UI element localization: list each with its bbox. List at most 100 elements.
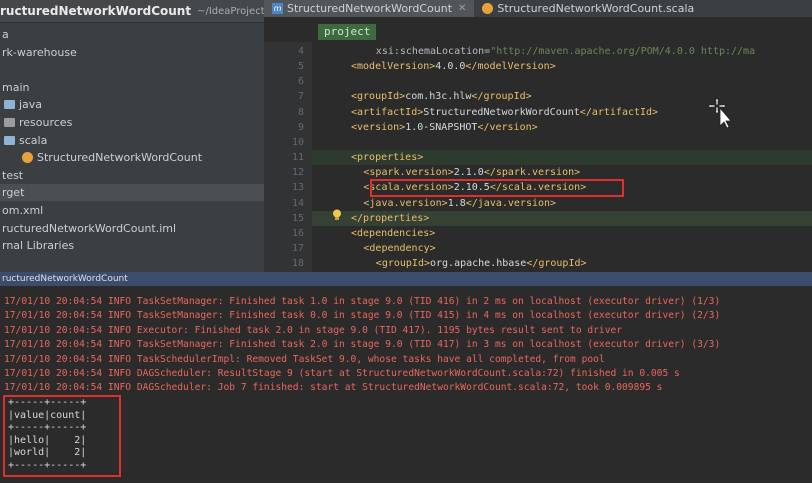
- code-token: <modelVersion>: [351, 61, 436, 73]
- code-token: StructuredNetworkWordCount: [423, 106, 580, 118]
- code-token: </groupId>: [471, 91, 532, 103]
- line-number: 13: [291, 182, 304, 194]
- line-number: 18: [291, 258, 304, 270]
- code-token: <java.version>: [363, 197, 448, 209]
- scala-file-icon: [482, 3, 494, 14]
- code-token: <groupId>: [375, 258, 430, 270]
- code-line: <spark.version>2.1.0</spark.version>: [363, 165, 580, 180]
- project-root-path: ~/IdeaProjects/Stru: [197, 5, 264, 17]
- log-line: 17/01/10 20:04:54 INFO TaskSetManager: F…: [4, 296, 721, 307]
- ide-window: ructuredNetworkWordCount ~/IdeaProjects/…: [0, 0, 812, 483]
- tree-item[interactable]: scala: [0, 132, 268, 149]
- log-line: 17/01/10 20:04:54 INFO TaskSetManager: F…: [4, 339, 721, 351]
- folder-icon: [4, 135, 15, 145]
- tree-item-label: resources: [19, 116, 73, 129]
- tree-item[interactable]: rnal Libraries: [0, 237, 266, 254]
- code-token: </properties>: [351, 212, 430, 224]
- project-tool-window: ructuredNetworkWordCount ~/IdeaProjects/…: [0, 0, 266, 272]
- code-token: com.h3c.hlw: [405, 91, 472, 103]
- folder-icon: [4, 100, 15, 110]
- code-token: 1.0-SNAPSHOT: [405, 121, 478, 133]
- code-token: <groupId>: [351, 91, 406, 103]
- close-icon[interactable]: ✕: [458, 3, 466, 14]
- tree-item-label: a: [2, 28, 9, 41]
- tab-pom-xml[interactable]: m StructuredNetworkWordCount ✕: [264, 0, 475, 17]
- result-table-highlight-box: [3, 395, 121, 477]
- line-number: 5: [297, 61, 304, 73]
- line-number: 9: [297, 121, 304, 133]
- line-number: 6: [297, 76, 304, 88]
- line-number: 7: [297, 91, 304, 103]
- line-number: 12: [291, 167, 304, 179]
- maven-icon: m: [272, 3, 283, 14]
- scala-object-icon: [22, 152, 33, 164]
- tree-item[interactable]: [0, 61, 266, 78]
- tree-item[interactable]: StructuredNetworkWordCount: [0, 149, 286, 166]
- tab-label: StructuredNetworkWordCount: [287, 2, 453, 15]
- run-tool-window-header[interactable]: ructuredNetworkWordCount: [0, 272, 812, 286]
- project-root-name: ructuredNetworkWordCount: [0, 4, 192, 18]
- code-token: 4.0.0: [435, 61, 466, 73]
- tree-item-label: rget: [2, 186, 25, 200]
- code-token: <artifactId>: [351, 106, 424, 118]
- tree-item-label: java: [19, 98, 43, 112]
- tree-item[interactable]: rget: [0, 184, 266, 202]
- tree-item-label: om.xml: [2, 204, 44, 217]
- tree-item[interactable]: a: [0, 26, 266, 43]
- log-line: 17/01/10 20:04:54 INFO Executor: Finishe…: [4, 324, 623, 336]
- lightbulb-icon[interactable]: [332, 209, 342, 221]
- code-token: org.apache.hbase: [429, 258, 527, 270]
- tree-item[interactable]: om.xml: [0, 202, 266, 219]
- code-token: </groupId>: [526, 258, 587, 270]
- tree-item[interactable]: rk-warehouse: [0, 44, 266, 61]
- code-token: xsi:schemaLocation=: [375, 46, 491, 57]
- code-line: <java.version>1.8</java.version>: [363, 196, 556, 211]
- tree-item-label: rnal Libraries: [2, 239, 75, 253]
- code-token: <dependency>: [363, 242, 436, 254]
- log-line: 17/01/10 20:04:54 INFO TaskSetManager: F…: [4, 310, 721, 322]
- mouse-cursor-icon: [708, 97, 732, 128]
- code-token: 2.1.0: [453, 167, 484, 179]
- breadcrumb[interactable]: project: [318, 24, 377, 40]
- run-console[interactable]: 17/01/10 20:04:54 INFO TaskSetManager: F…: [0, 286, 812, 483]
- line-number: 8: [297, 106, 304, 118]
- code-line: <version>1.0-SNAPSHOT</version>: [351, 120, 538, 135]
- code-line: <modelVersion>4.0.0</modelVersion>: [351, 59, 556, 74]
- tree-item-label: scala: [19, 133, 48, 147]
- code-token: <version>: [351, 121, 406, 133]
- code-line: <properties>: [351, 150, 423, 165]
- code-token: <spark.version>: [363, 167, 454, 179]
- code-token: </spark.version>: [483, 167, 581, 179]
- tree-item-label: ructuredNetworkWordCount.iml: [2, 221, 177, 235]
- tree-item-label: StructuredNetworkWordCount: [37, 151, 203, 165]
- tree-item-label: main: [2, 80, 30, 94]
- code-token: "http://maven.apache.org/POM/4.0.0 http:…: [490, 46, 756, 57]
- code-token: </version>: [477, 121, 538, 133]
- tree-item[interactable]: main: [0, 79, 266, 96]
- line-number: 16: [291, 227, 304, 239]
- tree-item[interactable]: resources: [0, 114, 268, 131]
- code-token: </artifactId>: [579, 106, 659, 118]
- scala-version-highlight-box: [370, 179, 624, 197]
- tree-item[interactable]: ructuredNetworkWordCount.iml: [0, 220, 266, 237]
- code-token: </modelVersion>: [465, 61, 556, 73]
- resources-folder-icon: [4, 118, 15, 127]
- tree-item[interactable]: java: [0, 96, 268, 113]
- code-line: <artifactId>StructuredNetworkWordCount</…: [351, 105, 658, 120]
- tab-label: StructuredNetworkWordCount.scala: [497, 2, 695, 15]
- editor-area: m StructuredNetworkWordCount ✕ Structure…: [264, 0, 812, 272]
- line-number: 4: [297, 46, 304, 57]
- code-line: <groupId>org.apache.hbase</groupId>: [376, 256, 587, 271]
- code-token: </java.version>: [465, 197, 557, 209]
- editor-tab-bar: m StructuredNetworkWordCount ✕ Structure…: [264, 0, 812, 17]
- project-root-row[interactable]: ructuredNetworkWordCount ~/IdeaProjects/…: [0, 0, 264, 23]
- tree-item[interactable]: test: [0, 167, 266, 184]
- tree-item-label: test: [2, 168, 24, 182]
- code-token: <properties>: [351, 152, 424, 164]
- code-line: <groupId>com.h3c.hlw</groupId>: [351, 89, 532, 104]
- tab-scala-file[interactable]: StructuredNetworkWordCount.scala: [474, 0, 702, 17]
- code-line: <dependency>: [363, 241, 435, 256]
- log-line: 17/01/10 20:04:54 INFO TaskSchedulerImpl…: [4, 353, 605, 365]
- code-line: <dependencies>: [351, 226, 435, 241]
- code-token: 1.8: [447, 197, 466, 209]
